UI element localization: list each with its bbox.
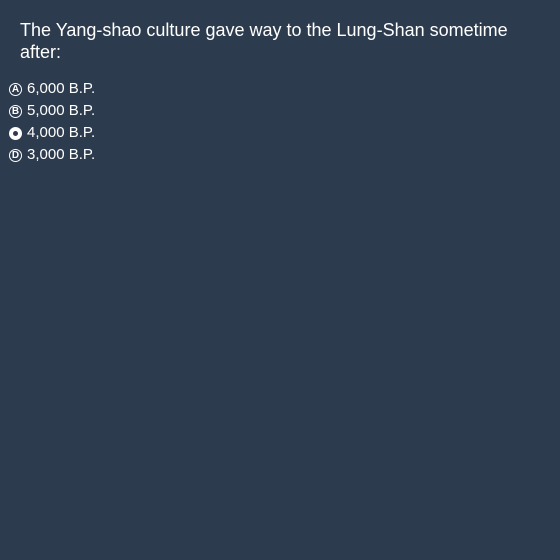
option-c[interactable]: C 4,000 B.P. xyxy=(9,122,95,144)
answer-options: A 6,000 B.P. B 5,000 B.P. C 4,000 B.P. D xyxy=(9,78,95,166)
quiz-page: The Yang-shao culture gave way to the Lu… xyxy=(0,0,560,560)
option-c-label: 4,000 B.P. xyxy=(27,124,96,141)
option-d-letter: D xyxy=(11,149,20,161)
question-text: The Yang-shao culture gave way to the Lu… xyxy=(20,20,508,62)
option-b[interactable]: B 5,000 B.P. xyxy=(9,100,95,122)
option-d[interactable]: D 3,000 B.P. xyxy=(9,144,95,166)
option-b-letter: B xyxy=(11,105,20,117)
radio-d-icon[interactable]: D xyxy=(9,148,22,162)
option-a[interactable]: A 6,000 B.P. xyxy=(9,78,95,100)
radio-b-icon[interactable]: B xyxy=(9,104,22,118)
option-a-label: 6,000 B.P. xyxy=(27,80,96,97)
option-a-letter: A xyxy=(11,83,20,95)
radio-c-selected-icon[interactable]: C xyxy=(9,126,22,140)
radio-a-icon[interactable]: A xyxy=(9,82,22,96)
option-d-label: 3,000 B.P. xyxy=(27,146,96,163)
option-b-label: 5,000 B.P. xyxy=(27,102,96,119)
